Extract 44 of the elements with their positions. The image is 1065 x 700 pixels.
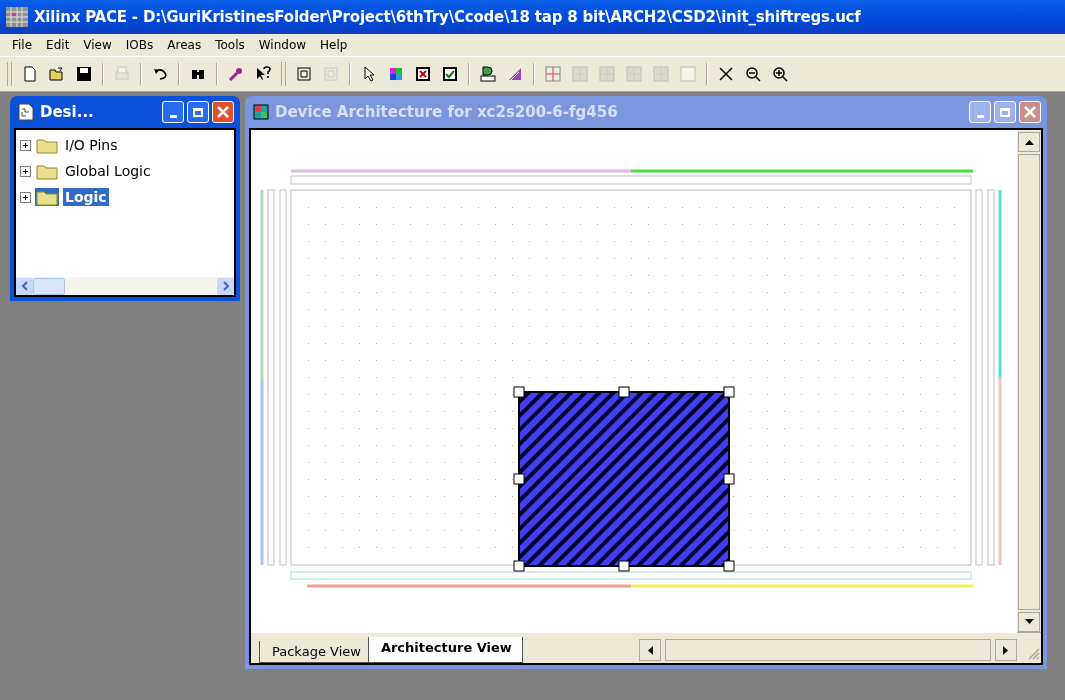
minimize-button[interactable] — [162, 101, 184, 123]
left-arrow-icon — [647, 645, 653, 655]
maximize-icon — [1000, 107, 1010, 117]
menu-item[interactable]: Window — [252, 36, 313, 54]
tree-item[interactable]: Logic — [63, 188, 109, 206]
document-tree-icon — [18, 103, 34, 121]
menu-item[interactable]: View — [77, 36, 118, 54]
menu-item[interactable]: File — [6, 36, 39, 54]
menu-item[interactable]: Edit — [40, 36, 76, 54]
close-icon — [1023, 105, 1037, 119]
minimize-icon — [976, 114, 984, 118]
plus-icon — [22, 141, 29, 149]
view-tab[interactable]: Architecture View — [367, 637, 523, 663]
color-grid-icon — [253, 104, 269, 120]
close-button[interactable] — [212, 101, 234, 123]
menu-item[interactable]: Help — [314, 36, 354, 54]
scroll-thumb[interactable] — [33, 277, 65, 295]
horizontal-scrollbar[interactable] — [639, 637, 1017, 663]
grid-app-icon — [6, 7, 28, 27]
horizontal-scrollbar[interactable] — [16, 277, 234, 295]
expand-toggle[interactable] — [20, 139, 31, 151]
up-arrow-icon — [1024, 139, 1034, 145]
tree-item[interactable]: I/O Pins — [63, 136, 120, 154]
maximize-button[interactable] — [187, 101, 209, 123]
down-arrow-icon — [1024, 619, 1034, 625]
close-icon — [216, 105, 230, 119]
plus-icon — [22, 167, 29, 175]
tree-item[interactable]: Global Logic — [63, 162, 153, 180]
folder-icon — [35, 162, 59, 180]
menu-item[interactable]: IOBs — [119, 36, 160, 54]
folder-icon — [35, 136, 59, 154]
menu-item[interactable]: Tools — [209, 36, 251, 54]
expand-toggle[interactable] — [20, 191, 31, 203]
plus-icon — [22, 193, 29, 201]
window-title: Xilinx PACE - D:\GuriKristinesFolder\Project\6thTry\Ccode\18 tap 8 bit\ARCH2\CSD2\init_shiftregs.ucf — [34, 8, 861, 26]
maximize-icon — [193, 107, 203, 117]
folder-icon — [35, 188, 59, 206]
right-arrow-icon — [1003, 645, 1009, 655]
menu-item[interactable]: Areas — [161, 36, 208, 54]
minimize-icon — [169, 114, 177, 118]
expand-toggle[interactable] — [20, 165, 31, 177]
selected-area[interactable] — [513, 386, 735, 572]
window-title: Device Architecture for xc2s200-6-fg456 — [275, 103, 619, 121]
window-title: Desi... — [40, 103, 95, 121]
